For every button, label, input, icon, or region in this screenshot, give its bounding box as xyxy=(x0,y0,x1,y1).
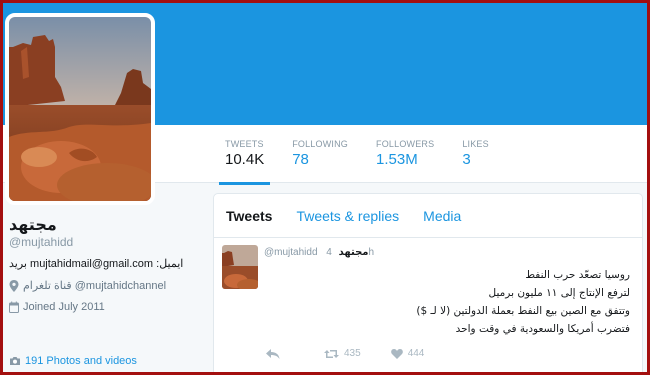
stat-value: 1.53M xyxy=(376,151,418,168)
location-text: قناة تلغرام @mujtahidchannel xyxy=(23,280,167,292)
timeline: Tweets Tweets & replies Media @mujtahidd… xyxy=(213,193,643,372)
reply-icon xyxy=(266,348,280,359)
stat-label: FOLLOWERS xyxy=(376,139,435,149)
calendar-icon xyxy=(9,301,19,313)
tab-media[interactable]: Media xyxy=(423,208,461,224)
stat-label: FOLLOWING xyxy=(292,139,349,149)
stat-tweets[interactable]: TWEETS 10.4K xyxy=(218,133,271,185)
profile-handle[interactable]: @mujtahidd xyxy=(9,235,199,249)
tab-tweets[interactable]: Tweets xyxy=(226,208,272,224)
desert-landscape-image xyxy=(9,17,151,201)
tweet-header: @mujtahidd مجتهد 4h xyxy=(264,247,374,258)
stat-label: TWEETS xyxy=(225,139,264,149)
tweet-avatar-image xyxy=(222,245,258,289)
like-count: 444 xyxy=(407,348,425,359)
tweet-actions: 435 444 xyxy=(266,348,454,359)
tweet-avatar[interactable] xyxy=(222,245,258,289)
profile-bio: بريد mujtahidmail@gmail.com :ايميل xyxy=(9,258,184,270)
stat-value: 78 xyxy=(292,151,309,168)
tweet-line: روسيا تصعّد حرب النفط xyxy=(525,269,630,281)
reply-button[interactable] xyxy=(266,348,280,359)
profile-avatar[interactable] xyxy=(5,13,155,205)
stat-value: 10.4K xyxy=(225,151,265,168)
profile-stats: TWEETS 10.4K FOLLOWING 78 FOLLOWERS 1.53… xyxy=(218,133,517,185)
tweet-author-name[interactable]: مجتهد xyxy=(339,247,369,258)
profile-page: TWEETS 10.4K FOLLOWING 78 FOLLOWERS 1.53… xyxy=(3,3,647,372)
timeline-tabs: Tweets Tweets & replies Media xyxy=(214,194,642,238)
heart-icon xyxy=(390,349,403,359)
tweet-line: فتضرب أمريكا والسعودية في وقت واحد xyxy=(455,323,630,335)
like-button[interactable]: 444 xyxy=(390,348,425,359)
stat-following[interactable]: FOLLOWING 78 xyxy=(292,133,348,183)
tweet-line: وتتفق مع الصين بيع النفط بعملة الدولتين … xyxy=(416,305,630,317)
location-pin-icon xyxy=(9,279,19,292)
profile-card: مجتهد @mujtahidd بريد mujtahidmail@gmail… xyxy=(9,215,199,313)
photos-videos-label: 191 Photos and videos xyxy=(25,355,137,367)
tweet[interactable]: @mujtahidd مجتهد 4h روسيا تصعّد حرب النف… xyxy=(214,238,642,372)
tweet-handle[interactable]: @mujtahidd xyxy=(264,247,318,258)
stat-label: LIKES xyxy=(462,139,489,149)
camera-icon xyxy=(10,357,20,365)
profile-joined: Joined July 2011 xyxy=(9,301,199,313)
retweet-count: 435 xyxy=(344,348,361,359)
joined-text: Joined July 2011 xyxy=(23,301,105,313)
retweet-button[interactable]: 435 xyxy=(324,348,361,359)
stat-likes[interactable]: LIKES 3 xyxy=(462,133,489,183)
profile-location: قناة تلغرام @mujtahidchannel xyxy=(9,279,199,292)
retweet-icon xyxy=(324,349,339,358)
stat-value: 3 xyxy=(462,151,471,168)
tweet-line: لترفع الإنتاج إلى ١١ مليون برميل xyxy=(488,287,630,299)
photos-videos-link[interactable]: 191 Photos and videos xyxy=(9,355,137,367)
display-name[interactable]: مجتهد xyxy=(9,215,199,234)
tab-tweets-replies[interactable]: Tweets & replies xyxy=(296,208,399,224)
stat-followers[interactable]: FOLLOWERS 1.53M xyxy=(376,133,434,183)
tweet-text: روسيا تصعّد حرب النفط لترفع الإنتاج إلى … xyxy=(300,266,630,338)
